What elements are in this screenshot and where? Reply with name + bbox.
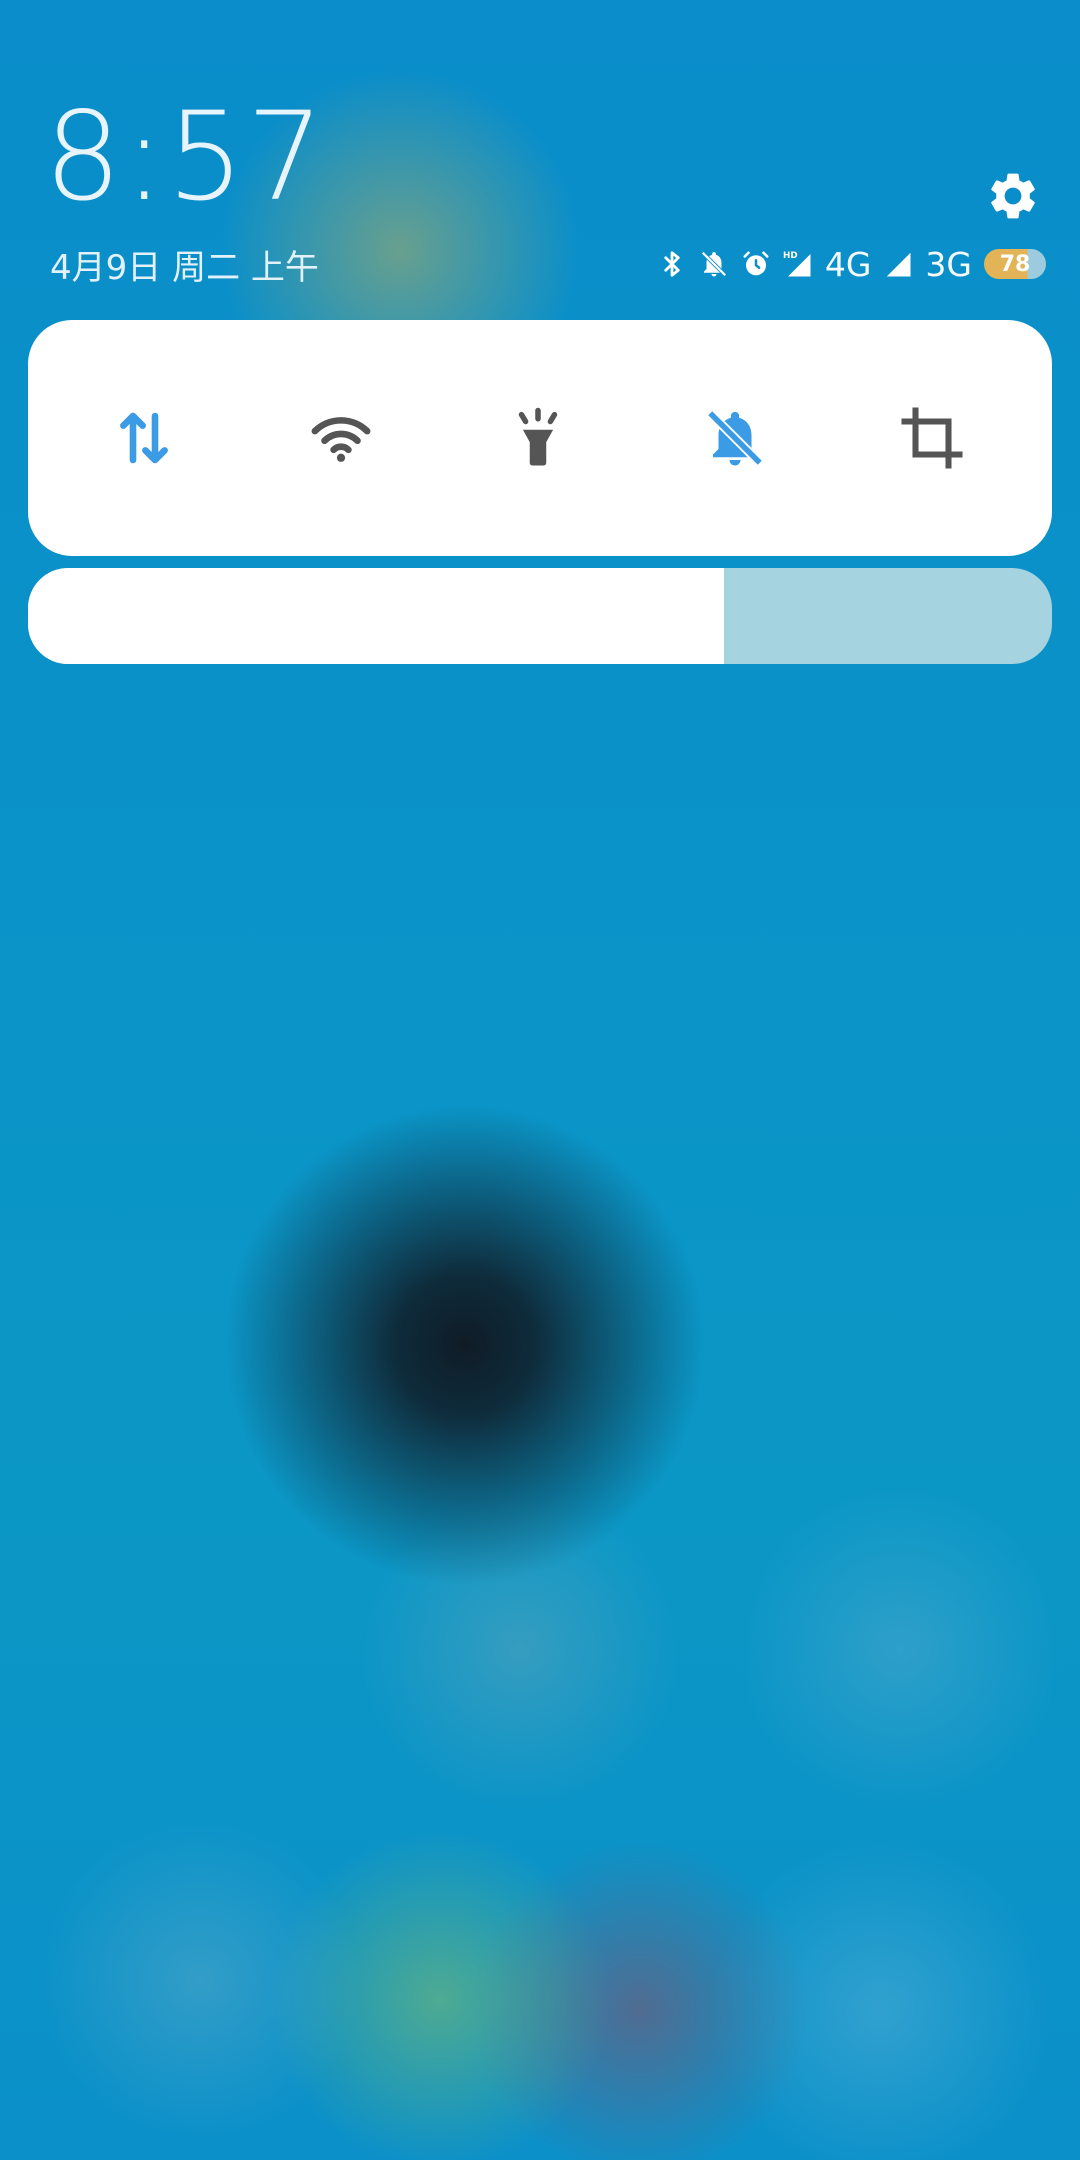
clock[interactable]: 8:57 [44,96,326,218]
status-bar: HD 4G 3G 78 [657,244,1046,284]
battery-indicator: 78 [984,249,1046,279]
settings-gear-icon[interactable] [985,168,1041,224]
brightness-slider[interactable] [28,568,1052,664]
battery-level: 78 [999,251,1031,277]
signal-icon [887,252,911,277]
alarm-icon [743,251,769,276]
crop-screenshot-icon[interactable] [899,405,965,471]
quick-settings-panel [28,320,1052,556]
hd-signal-icon: HD [783,251,811,277]
notification-shade: 8:57 4月9日 周二 上午 HD 4G 3G 78 [0,0,1080,2160]
wifi-icon[interactable] [308,405,374,471]
date-label[interactable]: 4月9日 周二 上午 [50,240,319,289]
bluetooth-icon [664,251,680,277]
network-type-2: 3G [925,244,972,284]
brightness-level-fill [28,568,725,664]
silent-mode-icon[interactable] [702,405,768,471]
network-type-1: 4G [824,244,872,284]
bell-off-icon [701,251,727,277]
svg-text:HD: HD [783,251,798,261]
flashlight-icon[interactable] [505,405,571,471]
mobile-data-icon[interactable] [111,405,177,471]
